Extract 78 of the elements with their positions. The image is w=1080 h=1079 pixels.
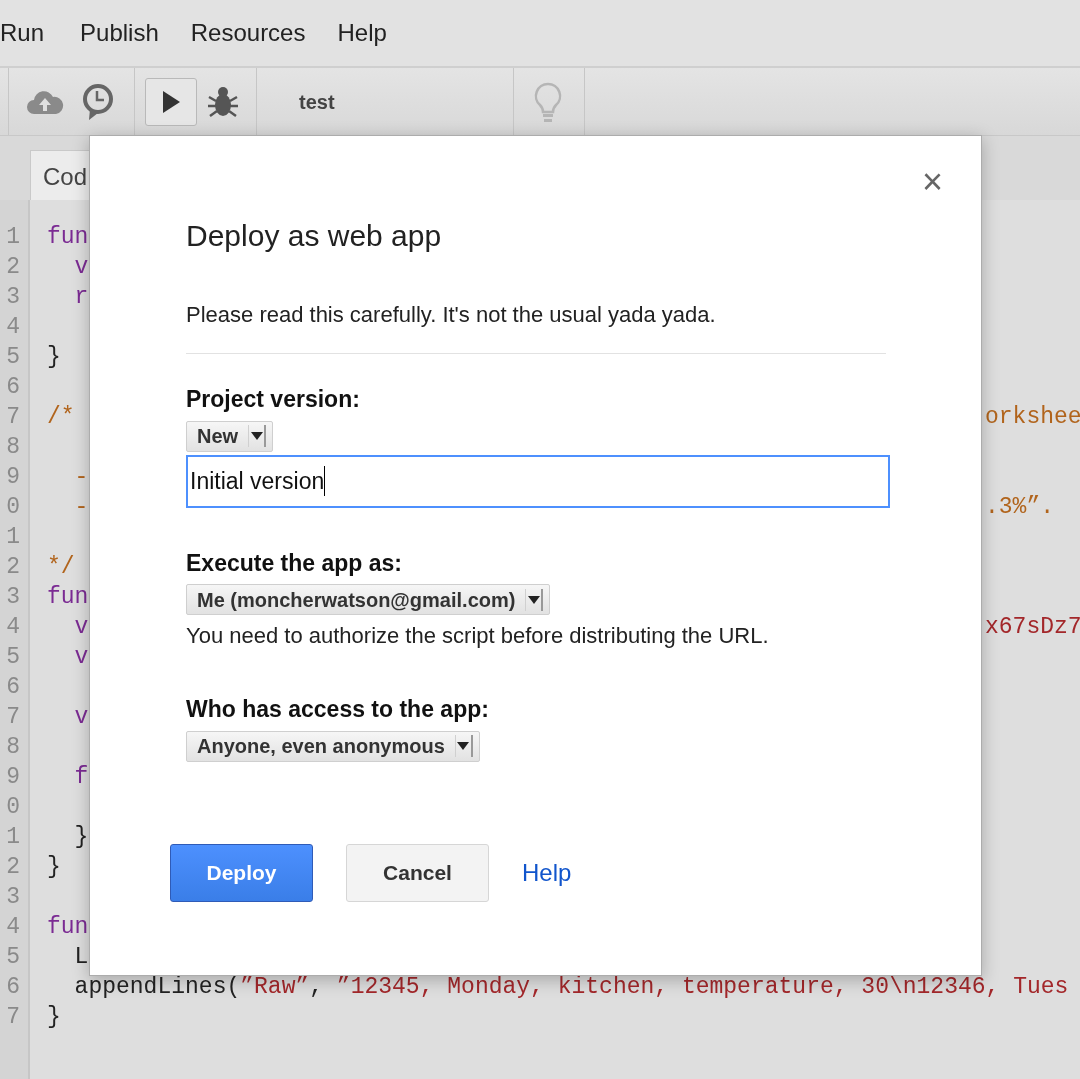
menu-item[interactable]: Run <box>0 15 61 51</box>
run-button[interactable] <box>145 77 197 126</box>
field-label: Execute the app as: <box>186 548 404 578</box>
line-number: 1 <box>5 223 21 252</box>
menu-item[interactable]: Resources <box>174 15 322 51</box>
code-text: orkshee <box>985 403 1080 432</box>
line-number: 6 <box>5 673 21 702</box>
line-number: 7 <box>5 703 21 732</box>
caret-icon <box>527 595 540 604</box>
code-text: ”Raw” <box>240 973 310 1002</box>
line-number: 6 <box>5 973 21 1002</box>
code-text: fun <box>47 223 89 252</box>
line-number: 7 <box>5 1003 21 1032</box>
line-number: 9 <box>5 463 21 492</box>
code-text: x67sDz7 <box>985 613 1080 642</box>
line-number: 0 <box>5 493 21 522</box>
line-number: 0 <box>5 793 21 822</box>
code-text: /* <box>47 403 75 432</box>
code-text: v <box>73 613 89 642</box>
menu-item[interactable]: Publish <box>64 15 175 51</box>
deploy-button[interactable]: Deploy <box>170 843 313 902</box>
code-text: fun <box>47 913 89 942</box>
line-number: 3 <box>5 283 21 312</box>
line-number: 8 <box>5 733 21 762</box>
code-text: } <box>47 853 61 882</box>
code-text: */ <box>47 553 75 582</box>
help-text: You need to authorize the script before distributing the URL. <box>186 622 770 650</box>
code-text: fun <box>47 583 89 612</box>
code-text: r <box>73 283 89 312</box>
line-number: 5 <box>5 643 21 672</box>
code-text: .3%”. <box>985 493 1054 522</box>
line-number: 3 <box>5 883 21 912</box>
line-number: 6 <box>5 373 21 402</box>
field-label: Who has access to the app: <box>186 695 490 724</box>
caret-icon <box>250 432 263 440</box>
code-text: } <box>47 1003 61 1032</box>
code-text: } <box>73 823 89 852</box>
dropdown[interactable]: Me (moncherwatson@gmail.com) <box>186 584 551 615</box>
line-number: 9 <box>5 763 21 792</box>
line-number: 5 <box>5 943 21 972</box>
code-text: - <box>73 493 89 522</box>
code-text: ”12345, Monday, kitchen, temperature, 30\n12346, Tues <box>336 973 1069 1002</box>
line-number: 7 <box>5 403 21 432</box>
line-number: 4 <box>5 313 21 342</box>
line-number: 5 <box>5 343 21 372</box>
line-number: 2 <box>5 853 21 882</box>
code-text: f <box>73 763 89 792</box>
code-text: v <box>73 703 89 732</box>
clock-icon[interactable] <box>81 82 115 121</box>
line-number: 8 <box>5 433 21 462</box>
code-text: } <box>47 343 61 372</box>
line-number: 1 <box>5 823 21 852</box>
code-text: L <box>73 943 89 972</box>
dialog-title: Deploy as web app <box>186 218 443 254</box>
line-number: 2 <box>5 553 21 582</box>
code-text: , <box>309 973 325 1002</box>
dialog-text: Please read this carefully. It's not the usual yada yada. <box>186 298 886 354</box>
text-input[interactable]: Initial version <box>186 454 890 508</box>
dropdown[interactable]: Anyone, even anonymous <box>186 730 480 762</box>
code-text: appendLines( <box>73 973 241 1002</box>
bug-icon[interactable] <box>207 84 239 119</box>
code-text: - <box>73 463 89 492</box>
menu-item[interactable]: Help <box>321 15 403 51</box>
dropdown[interactable]: New <box>186 420 274 452</box>
line-number: 4 <box>5 613 21 642</box>
line-number: 2 <box>5 253 21 282</box>
play-icon <box>161 89 181 114</box>
field-label: Project version: <box>186 385 361 414</box>
help-link[interactable]: Help <box>522 854 572 891</box>
cancel-button[interactable]: Cancel <box>346 843 489 902</box>
code-text: v <box>73 253 89 282</box>
line-number: 3 <box>5 583 21 612</box>
caret-icon <box>457 742 470 750</box>
file-name: test <box>299 89 335 115</box>
line-number: 4 <box>5 913 21 942</box>
close-button[interactable]: × <box>921 164 943 200</box>
line-number: 1 <box>5 523 21 552</box>
code-text: v <box>73 643 89 672</box>
